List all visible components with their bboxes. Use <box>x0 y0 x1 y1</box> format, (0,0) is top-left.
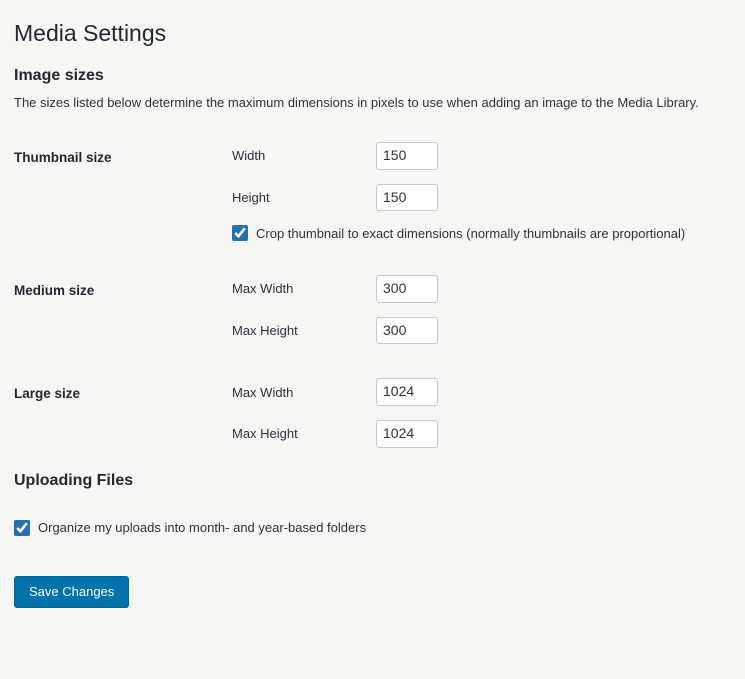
large-max-height-input[interactable] <box>376 420 438 448</box>
medium-max-width-input[interactable] <box>376 275 438 303</box>
large-size-label: Large size <box>14 374 232 453</box>
large-max-width-input[interactable] <box>376 378 438 406</box>
thumbnail-width-label: Width <box>232 148 376 163</box>
thumbnail-size-label: Thumbnail size <box>14 138 232 247</box>
thumbnail-size-row: Thumbnail size Width Height Crop thumbna… <box>14 138 731 247</box>
thumbnail-crop-label: Crop thumbnail to exact dimensions (norm… <box>256 226 685 241</box>
organize-uploads-checkbox[interactable] <box>14 520 30 536</box>
page-title: Media Settings <box>14 20 731 47</box>
thumbnail-height-input[interactable] <box>376 184 438 212</box>
organize-uploads-label: Organize my uploads into month- and year… <box>38 520 366 535</box>
thumbnail-crop-checkbox[interactable] <box>232 225 248 241</box>
thumbnail-width-input[interactable] <box>376 142 438 170</box>
large-size-row: Large size Max Width Max Height <box>14 374 731 453</box>
image-sizes-heading: Image sizes <box>14 67 731 85</box>
large-max-height-label: Max Height <box>232 426 376 441</box>
uploading-files-heading: Uploading Files <box>14 472 731 490</box>
medium-max-height-input[interactable] <box>376 317 438 345</box>
medium-size-label: Medium size <box>14 271 232 350</box>
image-sizes-description: The sizes listed below determine the max… <box>14 95 731 110</box>
medium-max-height-label: Max Height <box>232 323 376 338</box>
save-changes-button[interactable]: Save Changes <box>14 576 129 608</box>
medium-max-width-label: Max Width <box>232 281 376 296</box>
image-sizes-table: Thumbnail size Width Height Crop thumbna… <box>14 138 731 454</box>
medium-size-row: Medium size Max Width Max Height <box>14 271 731 350</box>
large-max-width-label: Max Width <box>232 385 376 400</box>
thumbnail-height-label: Height <box>232 190 376 205</box>
